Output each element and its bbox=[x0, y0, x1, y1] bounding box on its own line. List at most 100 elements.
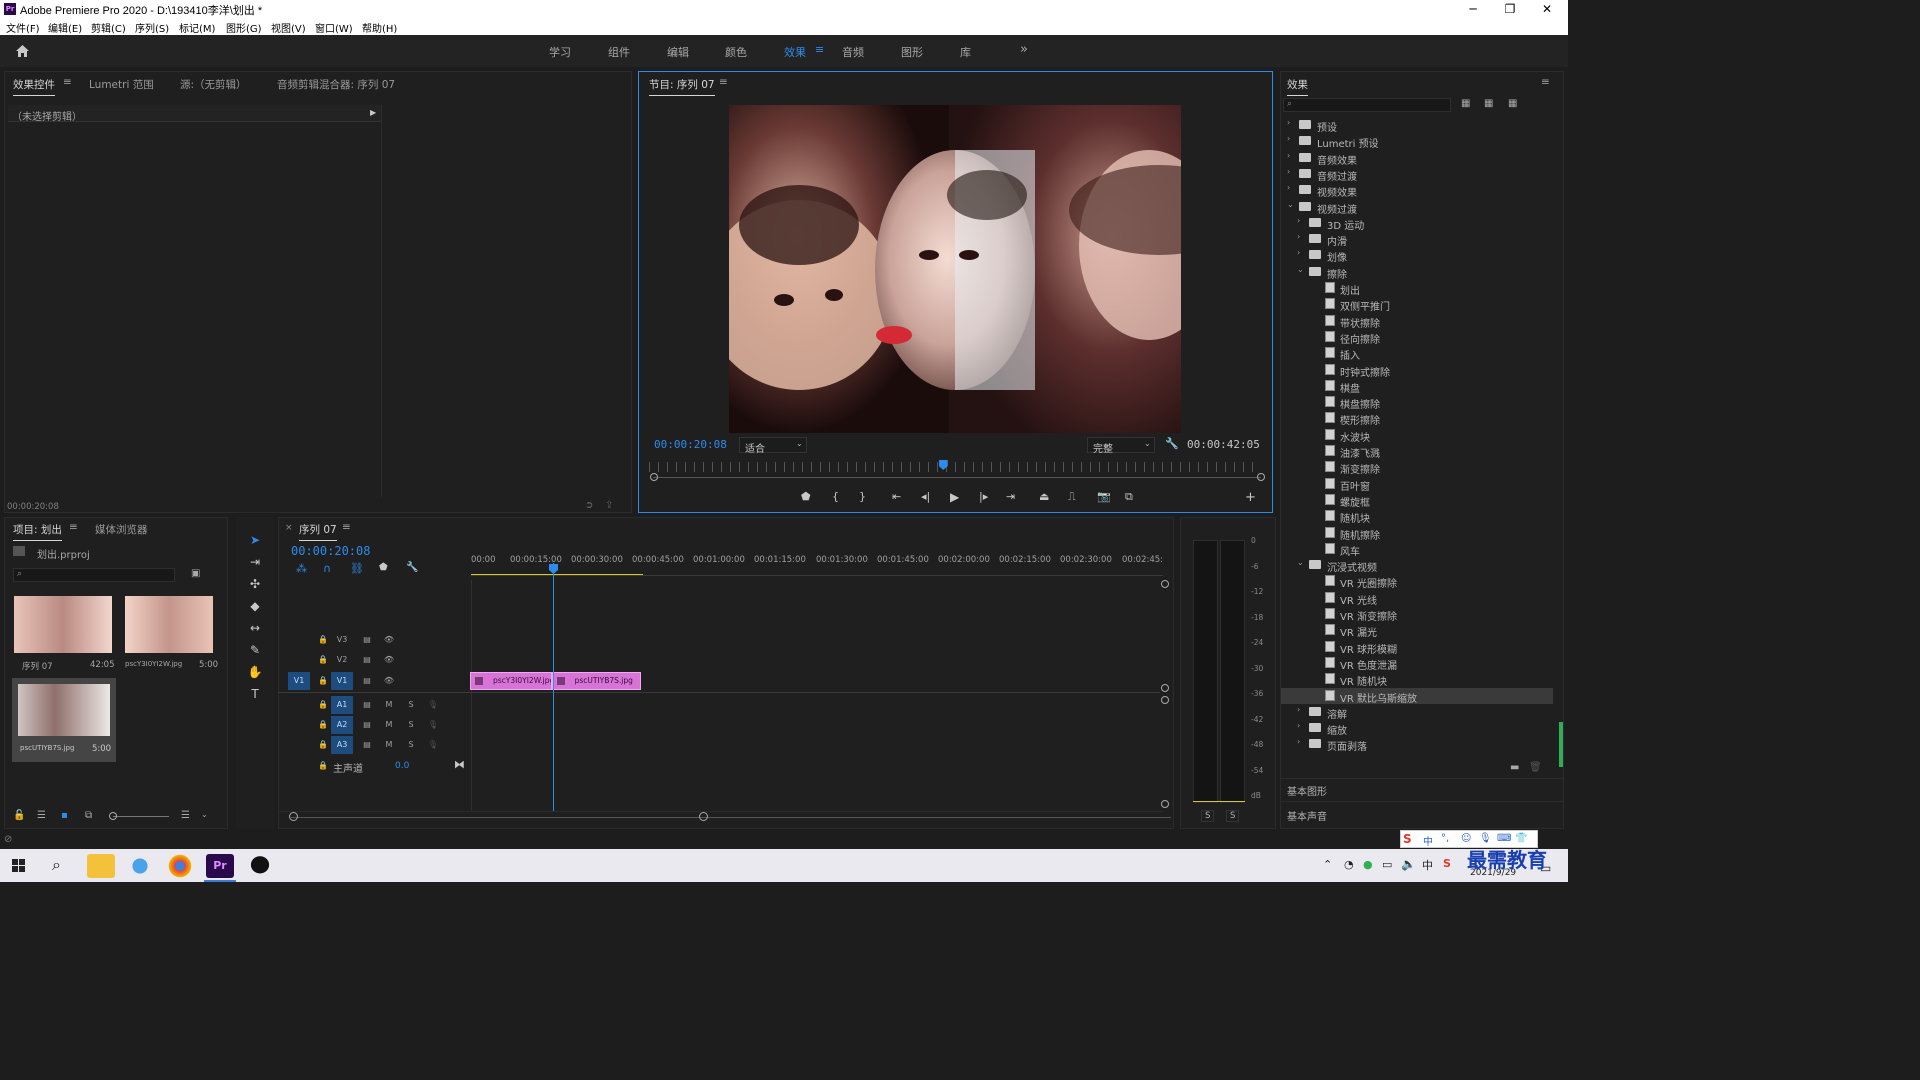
eye-icon[interactable]: 👁 bbox=[378, 651, 400, 669]
workspace-audio[interactable]: 音频 bbox=[842, 44, 864, 60]
chevron-down-icon[interactable]: ⌄ bbox=[201, 810, 208, 819]
yuv-effects-icon[interactable]: ▦ bbox=[1508, 98, 1517, 109]
go-to-in-icon[interactable]: ⇤ bbox=[892, 490, 901, 503]
sogou-icon[interactable]: S bbox=[1443, 857, 1451, 870]
menu-marker[interactable]: 标记(M) bbox=[179, 20, 215, 35]
tab-media-browser[interactable]: 媒体浏览器 bbox=[95, 522, 148, 537]
effect-item[interactable]: VR 默比乌斯缩放 bbox=[1281, 687, 1553, 705]
project-item[interactable]: pscY3I0YI2W.jpg 5:00 bbox=[125, 596, 218, 674]
effects-search-input[interactable]: ⌕ bbox=[1283, 98, 1451, 112]
program-playhead-timecode[interactable]: 00:00:20:08 bbox=[654, 438, 727, 451]
add-button-icon[interactable]: + bbox=[1245, 490, 1256, 505]
effect-item[interactable]: 带状擦除 bbox=[1281, 313, 1553, 330]
sync-lock-icon[interactable]: ▤ bbox=[356, 651, 378, 669]
workspace-color[interactable]: 颜色 bbox=[725, 44, 747, 60]
hand-tool-icon[interactable]: ✋ bbox=[245, 665, 265, 683]
linked-selection-icon[interactable]: ⛓ bbox=[350, 562, 364, 575]
close-icon[interactable]: × bbox=[285, 523, 293, 533]
menu-file[interactable]: 文件(F) bbox=[6, 20, 40, 35]
track-label[interactable]: V2 bbox=[331, 651, 353, 669]
chevron-right-icon[interactable]: › bbox=[1297, 216, 1305, 225]
sync-lock-icon[interactable]: ▤ bbox=[356, 736, 378, 754]
effect-item[interactable]: 时钟式擦除 bbox=[1281, 362, 1553, 379]
effect-item[interactable]: 棋盘 bbox=[1281, 378, 1553, 395]
wrench-icon[interactable]: 🔧 bbox=[1165, 437, 1179, 450]
lock-icon[interactable]: 🔒 bbox=[312, 757, 334, 775]
fit-select[interactable]: 适合 ⌄ bbox=[739, 437, 807, 455]
timeline-tab[interactable]: 序列 07 bbox=[299, 522, 337, 541]
input-method-label[interactable]: 中 bbox=[1422, 857, 1433, 873]
search-icon[interactable]: ⌕ bbox=[52, 855, 61, 875]
microphone-icon[interactable]: 🎙 bbox=[422, 716, 444, 734]
vscroll-handle[interactable] bbox=[1161, 800, 1169, 808]
effect-item[interactable]: VR 色度泄漏 bbox=[1281, 655, 1553, 672]
effects-folder[interactable]: › 溶解 bbox=[1281, 704, 1553, 721]
add-marker-icon[interactable]: ⬟ bbox=[379, 562, 388, 573]
freeform-view-icon[interactable]: ⧉ bbox=[85, 810, 92, 821]
workspace-effects[interactable]: 效果 bbox=[784, 44, 806, 60]
master-volume[interactable]: 0.0 bbox=[395, 761, 409, 771]
vscroll-handle[interactable] bbox=[1161, 696, 1169, 704]
timeline-menu-icon[interactable]: ≡ bbox=[342, 521, 351, 533]
nest-icon[interactable]: ⁂ bbox=[296, 562, 307, 575]
tab-source[interactable]: 源:（无剪辑） bbox=[180, 77, 247, 92]
effect-item[interactable]: 风车 bbox=[1281, 541, 1553, 558]
effect-item[interactable]: VR 漏光 bbox=[1281, 622, 1553, 639]
track-label[interactable]: A3 bbox=[331, 736, 353, 754]
volume-icon[interactable]: 🔈 bbox=[1401, 857, 1416, 871]
effects-folder[interactable]: › Lumetri 预设 bbox=[1281, 133, 1553, 150]
home-icon[interactable] bbox=[15, 44, 30, 58]
minimize-button[interactable]: ─ bbox=[1454, 0, 1492, 18]
menu-edit[interactable]: 编辑(E) bbox=[48, 20, 82, 35]
menu-window[interactable]: 窗口(W) bbox=[315, 20, 353, 35]
maximize-button[interactable]: ❐ bbox=[1491, 0, 1529, 18]
snap-icon[interactable]: ∩ bbox=[323, 562, 331, 575]
voice-icon[interactable]: 🎙 bbox=[1479, 833, 1492, 844]
step-back-icon[interactable]: ◂| bbox=[921, 490, 930, 503]
razor-tool-icon[interactable]: ◆ bbox=[245, 599, 265, 617]
timeline-scrollbar[interactable] bbox=[291, 817, 1171, 818]
chevron-right-icon[interactable]: › bbox=[1287, 118, 1295, 127]
settings-wrench-icon[interactable]: 🔧 bbox=[406, 562, 418, 573]
expand-arrow-icon[interactable]: ▶ bbox=[370, 108, 376, 117]
timeline-playhead-line[interactable] bbox=[553, 563, 554, 811]
project-menu-icon[interactable]: ≡ bbox=[69, 521, 78, 533]
network-icon[interactable]: ▭ bbox=[1382, 858, 1392, 871]
selection-tool-icon[interactable]: ➤ bbox=[245, 533, 265, 551]
effects-folder[interactable]: › 音频过渡 bbox=[1281, 166, 1553, 183]
track-label[interactable]: A2 bbox=[331, 716, 353, 734]
workspace-editing[interactable]: 编辑 bbox=[667, 44, 689, 60]
32bit-effects-icon[interactable]: ▦ bbox=[1484, 98, 1493, 109]
effect-item[interactable]: 棋盘擦除 bbox=[1281, 394, 1553, 411]
timeline-clip[interactable]: pscUTIYB7S.jpg bbox=[551, 672, 642, 690]
effects-folder[interactable]: ⌄ 视频过渡 bbox=[1281, 199, 1553, 216]
timeline-timecode[interactable]: 00:00:20:08 bbox=[291, 544, 370, 558]
effects-folder[interactable]: ⌄ 沉浸式视频 bbox=[1281, 557, 1553, 574]
tray-icon[interactable]: ● bbox=[1363, 858, 1373, 871]
chevron-right-icon[interactable]: › bbox=[1297, 705, 1305, 714]
solo-right-button[interactable]: S bbox=[1226, 810, 1240, 822]
mute-button[interactable]: M bbox=[378, 716, 400, 734]
scrollbar-thumb[interactable] bbox=[1559, 722, 1563, 767]
menu-sequence[interactable]: 序列(S) bbox=[135, 20, 169, 35]
more-workspaces-icon[interactable]: » bbox=[1020, 42, 1028, 57]
effect-item[interactable]: VR 光线 bbox=[1281, 590, 1553, 607]
project-item-selected[interactable]: pscUTIYB7S.jpg 5:00 bbox=[12, 678, 116, 762]
menu-view[interactable]: 视图(V) bbox=[271, 20, 306, 35]
filter-icon[interactable]: ➲ bbox=[585, 500, 593, 511]
export-icon[interactable]: ⇪ bbox=[605, 500, 613, 511]
sort-icon[interactable]: ☰ bbox=[181, 810, 190, 821]
effects-folder[interactable]: › 划像 bbox=[1281, 247, 1553, 264]
ie-icon[interactable] bbox=[126, 854, 154, 878]
microphone-icon[interactable]: 🎙 bbox=[422, 696, 444, 714]
solo-left-button[interactable]: S bbox=[1201, 810, 1215, 822]
chevron-right-icon[interactable]: › bbox=[1297, 737, 1305, 746]
effects-folder[interactable]: ⌄ 擦除 bbox=[1281, 264, 1553, 281]
delete-icon[interactable]: 🗑 bbox=[1529, 762, 1542, 773]
file-explorer-icon[interactable] bbox=[87, 854, 115, 878]
export-frame-icon[interactable]: 📷 bbox=[1097, 490, 1111, 503]
workspace-assembly[interactable]: 组件 bbox=[608, 44, 630, 60]
mute-button[interactable]: M bbox=[378, 696, 400, 714]
skin-icon[interactable]: 👕 bbox=[1515, 833, 1527, 844]
master-toggle-icon[interactable]: ⧓ bbox=[454, 758, 465, 771]
